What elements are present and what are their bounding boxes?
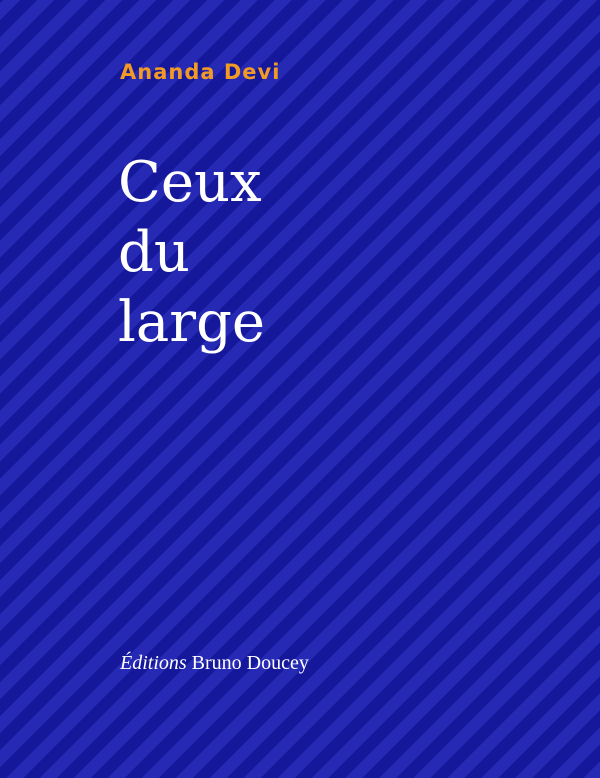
publisher-name: Bruno Doucey	[191, 652, 309, 674]
book-title: Ceux du large	[118, 148, 265, 358]
title-line: du	[118, 220, 190, 285]
title-line: Ceux	[118, 150, 262, 215]
publisher-prefix: Éditions	[120, 652, 187, 674]
author-name: Ananda Devi	[120, 60, 281, 84]
publisher-imprint: Éditions Bruno Doucey	[120, 652, 309, 675]
book-cover: Ananda Devi Ceux du large Éditions Bruno…	[0, 0, 600, 778]
title-line: large	[118, 290, 266, 355]
